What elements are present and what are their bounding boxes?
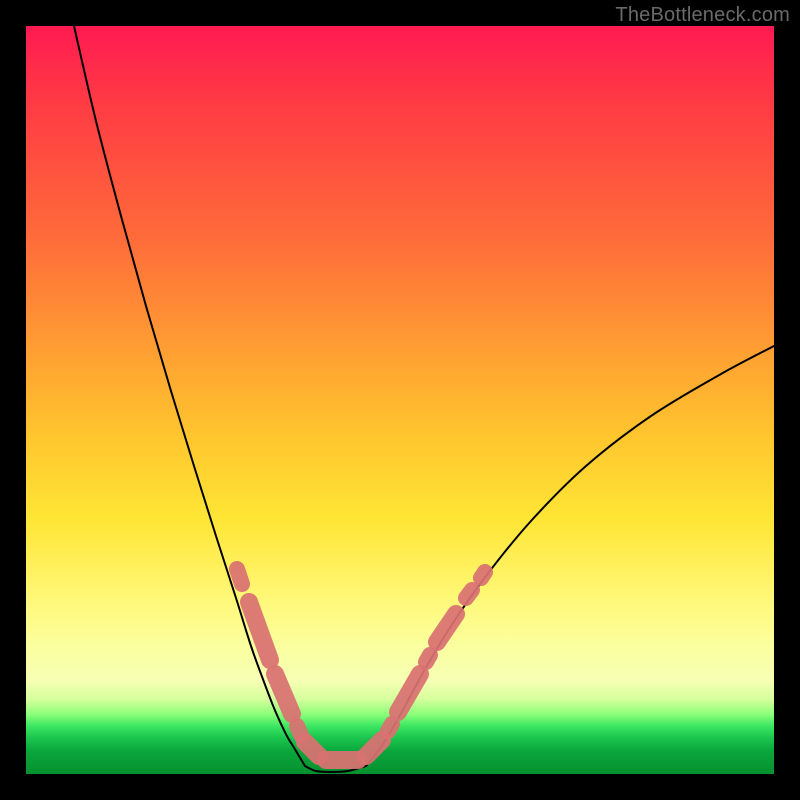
- marker-capsule-4: [305, 742, 319, 756]
- marker-capsule-10: [437, 614, 456, 642]
- marker-capsule-6: [366, 740, 382, 756]
- marker-capsule-2: [275, 674, 292, 714]
- chart-svg: [26, 26, 774, 774]
- plot-area: [26, 26, 774, 774]
- curve-right-branch: [366, 346, 774, 766]
- marker-capsule-12: [481, 572, 485, 578]
- marker-capsule-9: [426, 655, 430, 662]
- marker-capsule-0: [237, 569, 242, 584]
- watermark-text: TheBottleneck.com: [615, 4, 790, 27]
- marker-capsule-8: [398, 674, 420, 712]
- marker-capsule-7: [388, 724, 392, 731]
- outer-frame: TheBottleneck.com: [0, 0, 800, 800]
- marker-layer: [237, 569, 485, 760]
- marker-capsule-11: [466, 590, 472, 598]
- marker-capsule-3: [297, 726, 301, 735]
